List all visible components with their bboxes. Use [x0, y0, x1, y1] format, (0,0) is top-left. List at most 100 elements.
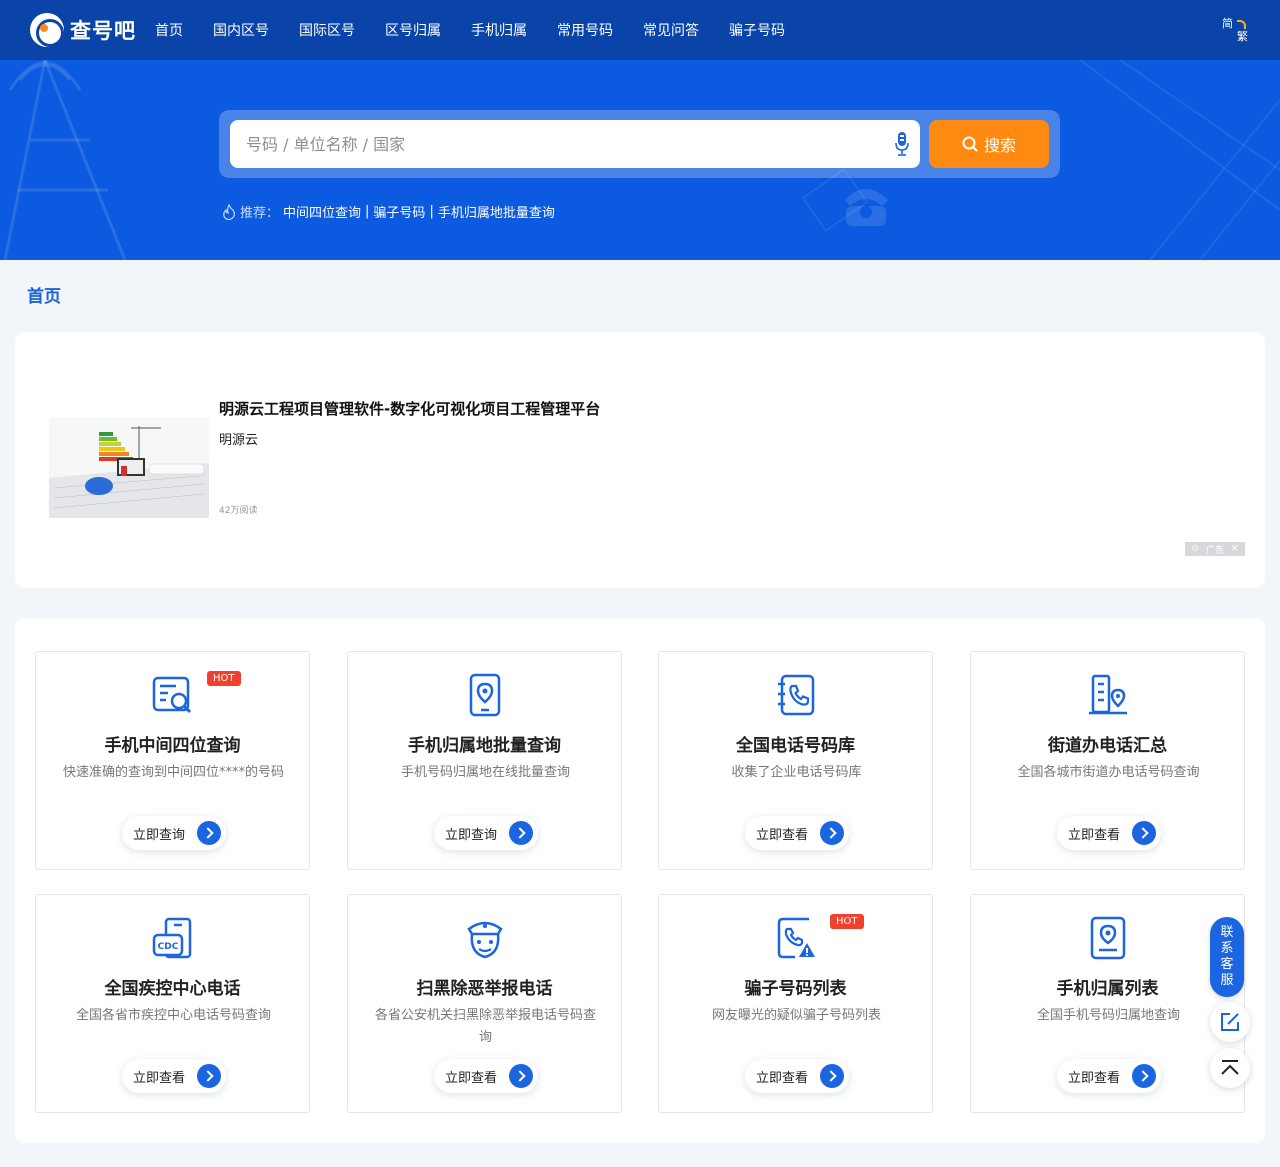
service-button-view[interactable]: 立即查看 — [1057, 1059, 1161, 1093]
service-desc: 各省公安机关扫黑除恶举报电话号码查询 — [374, 1008, 596, 1045]
recommend-label: 推荐： — [240, 206, 280, 221]
arrow-up-icon — [1221, 1060, 1239, 1075]
service-desc: 快速准确的查询到中间四位****的号码 — [62, 765, 284, 780]
phone-location-icon — [469, 673, 501, 717]
ad-illustration — [49, 418, 209, 518]
hero-banner: 搜索 推荐： 中间四位查询 | 骗子号码 | 手机归属地批量查询 — [0, 60, 1280, 260]
service-button-view[interactable]: 立即查看 — [745, 816, 849, 850]
police-icon — [467, 921, 503, 959]
service-title: 手机归属地批量查询 — [408, 736, 561, 756]
services-grid: HOT 手机中间四位查询 快速准确的查询到中间四位****的号码 立即查询 手机… — [15, 618, 1265, 1143]
service-desc: 网友曝光的疑似骗子号码列表 — [711, 1008, 881, 1023]
service-card-street-office[interactable]: 街道办电话汇总 全国各城市街道办电话号码查询 立即查看 — [970, 651, 1245, 870]
service-title: 全国疾控中心电话 — [104, 979, 241, 999]
ad-image[interactable] — [49, 418, 209, 518]
service-title: 扫黑除恶举报电话 — [416, 979, 553, 999]
recommend-separator: | — [365, 204, 370, 219]
site-logo[interactable]: 查号吧 — [30, 13, 136, 47]
ad-close-icon[interactable]: ✕ — [1231, 544, 1239, 554]
nav-item-domestic-area-code[interactable]: 国内区号 — [213, 20, 269, 40]
lang-switch-arrow — [1237, 20, 1246, 29]
service-title: 全国电话号码库 — [736, 736, 855, 756]
phone-book-icon — [778, 674, 815, 716]
contact-label-char: 联 — [1220, 925, 1234, 940]
service-card-anti-crime[interactable]: 扫黑除恶举报电话 各省公安机关扫黑除恶举报电话号码查询 立即查看 — [347, 894, 622, 1113]
service-title: 街道办电话汇总 — [1048, 736, 1167, 756]
service-desc: 全国手机号码归属地查询 — [1036, 1008, 1180, 1023]
feedback-button[interactable] — [1210, 1002, 1250, 1042]
lang-traditional: 繁 — [1237, 30, 1248, 43]
service-desc: 全国各城市街道办电话号码查询 — [1017, 765, 1200, 780]
contact-support-button[interactable]: 联 系 客 服 — [1210, 917, 1244, 997]
service-title: 骗子号码列表 — [744, 979, 847, 999]
chevron-right-icon — [197, 821, 221, 845]
service-button-label: 立即查看 — [1068, 1070, 1121, 1086]
service-desc: 手机号码归属地在线批量查询 — [400, 765, 570, 780]
service-button-view[interactable]: 立即查看 — [122, 1059, 226, 1093]
search-input[interactable] — [230, 120, 920, 168]
search-document-icon — [152, 676, 192, 714]
contact-label-char: 系 — [1220, 941, 1234, 956]
ad-card[interactable]: 明源云工程项目管理软件-数字化可视化项目工程管理平台 明源云 42万阅读 ⊙ 广… — [15, 332, 1265, 588]
top-nav: 查号吧 首页 国内区号 国际区号 区号归属 手机归属 常用号码 常见问答 骗子号… — [0, 0, 1280, 60]
recommend-separator: | — [429, 204, 434, 219]
service-card-batch-lookup[interactable]: 手机归属地批量查询 手机号码归属地在线批量查询 立即查询 — [347, 651, 622, 870]
logo-text: 查号吧 — [70, 19, 136, 43]
microphone-icon[interactable] — [894, 131, 910, 157]
main-nav: 首页 国内区号 国际区号 区号归属 手机归属 常用号码 常见问答 骗子号码 — [155, 0, 815, 60]
service-card-cdc[interactable]: CDC 全国疾控中心电话 全国各省市疾控中心电话号码查询 立即查看 — [35, 894, 310, 1113]
service-button-label: 立即查看 — [133, 1070, 186, 1086]
ad-source: 明源云 — [219, 433, 259, 448]
service-card-scam-list[interactable]: HOT 骗子号码列表 网友曝光的疑似骗子号码列表 立即查看 — [658, 894, 933, 1113]
chevron-right-icon — [820, 1064, 844, 1088]
nav-item-mobile-location[interactable]: 手机归属 — [471, 20, 527, 40]
search-button-label: 搜索 — [983, 136, 1016, 155]
service-button-label: 立即查询 — [445, 827, 498, 843]
recommend-link-batch-lookup[interactable]: 手机归属地批量查询 — [438, 202, 555, 221]
ad-settings-icon: ⊙ — [1191, 544, 1200, 554]
search-button[interactable]: 搜索 — [929, 120, 1049, 168]
language-switch-icon[interactable]: 简 繁 — [1222, 17, 1248, 43]
recommend-bar: 推荐： 中间四位查询 | 骗子号码 | 手机归属地批量查询 — [222, 202, 555, 221]
ad-title[interactable]: 明源云工程项目管理软件-数字化可视化项目工程管理平台 — [219, 398, 600, 419]
nav-item-area-code-location[interactable]: 区号归属 — [385, 20, 441, 40]
service-desc: 全国各省市疾控中心电话号码查询 — [75, 1008, 271, 1023]
service-card-phone-directory[interactable]: 全国电话号码库 收集了企业电话号码库 立即查看 — [658, 651, 933, 870]
building-location-icon — [1089, 674, 1127, 715]
contact-label-char: 服 — [1220, 973, 1234, 988]
contact-label-char: 客 — [1220, 957, 1234, 972]
service-desc: 收集了企业电话号码库 — [731, 765, 862, 780]
nav-item-international-area-code[interactable]: 国际区号 — [299, 20, 355, 40]
service-button-query[interactable]: 立即查询 — [122, 816, 226, 850]
service-button-view[interactable]: 立即查看 — [745, 1059, 849, 1093]
breadcrumb[interactable]: 首页 — [27, 282, 61, 307]
nav-item-scam-numbers[interactable]: 骗子号码 — [729, 20, 785, 40]
chevron-right-icon — [1132, 1064, 1156, 1088]
back-to-top-button[interactable] — [1210, 1048, 1250, 1088]
chevron-right-icon — [509, 821, 533, 845]
nav-item-faq[interactable]: 常见问答 — [643, 20, 699, 40]
ad-badge-label: 广告 — [1205, 545, 1224, 556]
service-button-label: 立即查看 — [445, 1070, 498, 1086]
service-title: 手机归属列表 — [1056, 979, 1159, 999]
recommend-link-middle-four[interactable]: 中间四位查询 — [283, 202, 361, 221]
service-button-query[interactable]: 立即查询 — [434, 816, 538, 850]
service-card-mobile-location-list[interactable]: 手机归属列表 全国手机号码归属地查询 立即查看 — [970, 894, 1245, 1113]
service-button-label: 立即查看 — [1068, 827, 1121, 843]
nav-item-home[interactable]: 首页 — [155, 20, 183, 40]
chevron-right-icon — [509, 1064, 533, 1088]
phone-location-list-icon — [1090, 916, 1126, 960]
service-button-label: 立即查看 — [756, 1070, 809, 1086]
service-button-label: 立即查询 — [133, 827, 186, 843]
lang-simplified: 简 — [1222, 17, 1233, 30]
nav-item-common-numbers[interactable]: 常用号码 — [557, 20, 613, 40]
search-icon — [962, 136, 978, 152]
service-button-view[interactable]: 立即查看 — [1057, 816, 1161, 850]
ad-reads: 42万阅读 — [219, 506, 258, 516]
service-card-middle-four[interactable]: HOT 手机中间四位查询 快速准确的查询到中间四位****的号码 立即查询 — [35, 651, 310, 870]
ad-badge[interactable]: ⊙ 广告 ✕ — [1185, 542, 1245, 556]
chevron-right-icon — [820, 821, 844, 845]
service-title: 手机中间四位查询 — [104, 736, 241, 756]
recommend-link-scam-numbers[interactable]: 骗子号码 — [373, 202, 425, 221]
service-button-view[interactable]: 立即查看 — [434, 1059, 538, 1093]
